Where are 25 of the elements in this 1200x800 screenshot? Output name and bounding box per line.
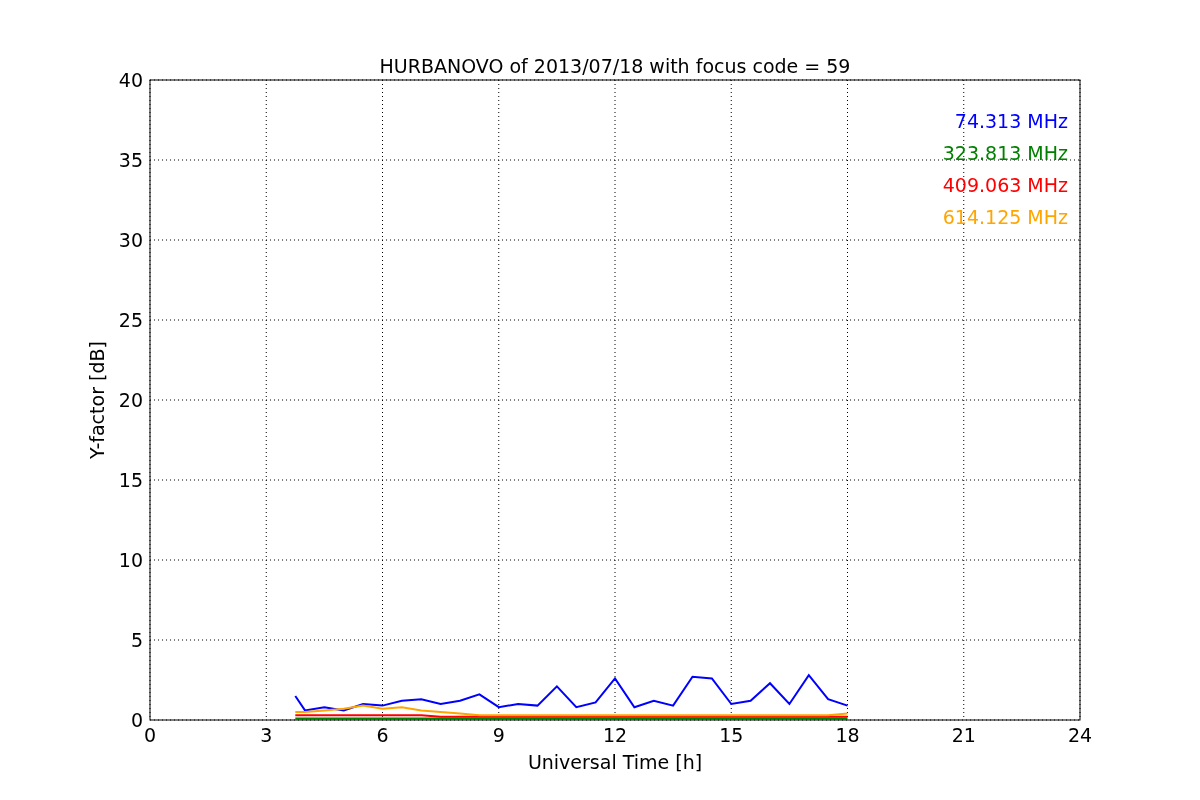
x-tick-label: 6 [376,724,389,746]
legend-label: 323.813 MHz [942,142,1068,164]
y-tick-label: 30 [118,229,143,251]
y-tick-label: 5 [130,629,143,651]
x-tick-label: 18 [835,724,860,746]
x-tick-label: 12 [602,724,628,746]
y-tick-label: 0 [130,709,143,731]
legend-label: 614.125 MHz [942,206,1068,228]
y-axis-label: Y-factor [dB] [86,341,108,459]
y-tick-label: 40 [118,69,143,91]
legend-label: 409.063 MHz [942,174,1068,196]
legend-label: 74.313 MHz [954,110,1068,132]
chart-title: HURBANOVO of 2013/07/18 with focus code = 59 [379,55,851,77]
y-tick-label: 25 [118,309,143,331]
y-tick-label: 10 [118,549,143,571]
y-tick-label: 20 [118,389,143,411]
x-axis-label: Universal Time [h] [527,751,703,773]
x-tick-label: 21 [951,724,976,746]
y-tick-label: 35 [118,149,143,171]
y-tick-label: 15 [118,469,143,491]
x-tick-label: 3 [260,724,273,746]
x-tick-label: 0 [143,724,157,746]
x-tick-label: 9 [492,724,505,746]
x-tick-label: 24 [1067,724,1093,746]
x-tick-label: 15 [719,724,744,746]
